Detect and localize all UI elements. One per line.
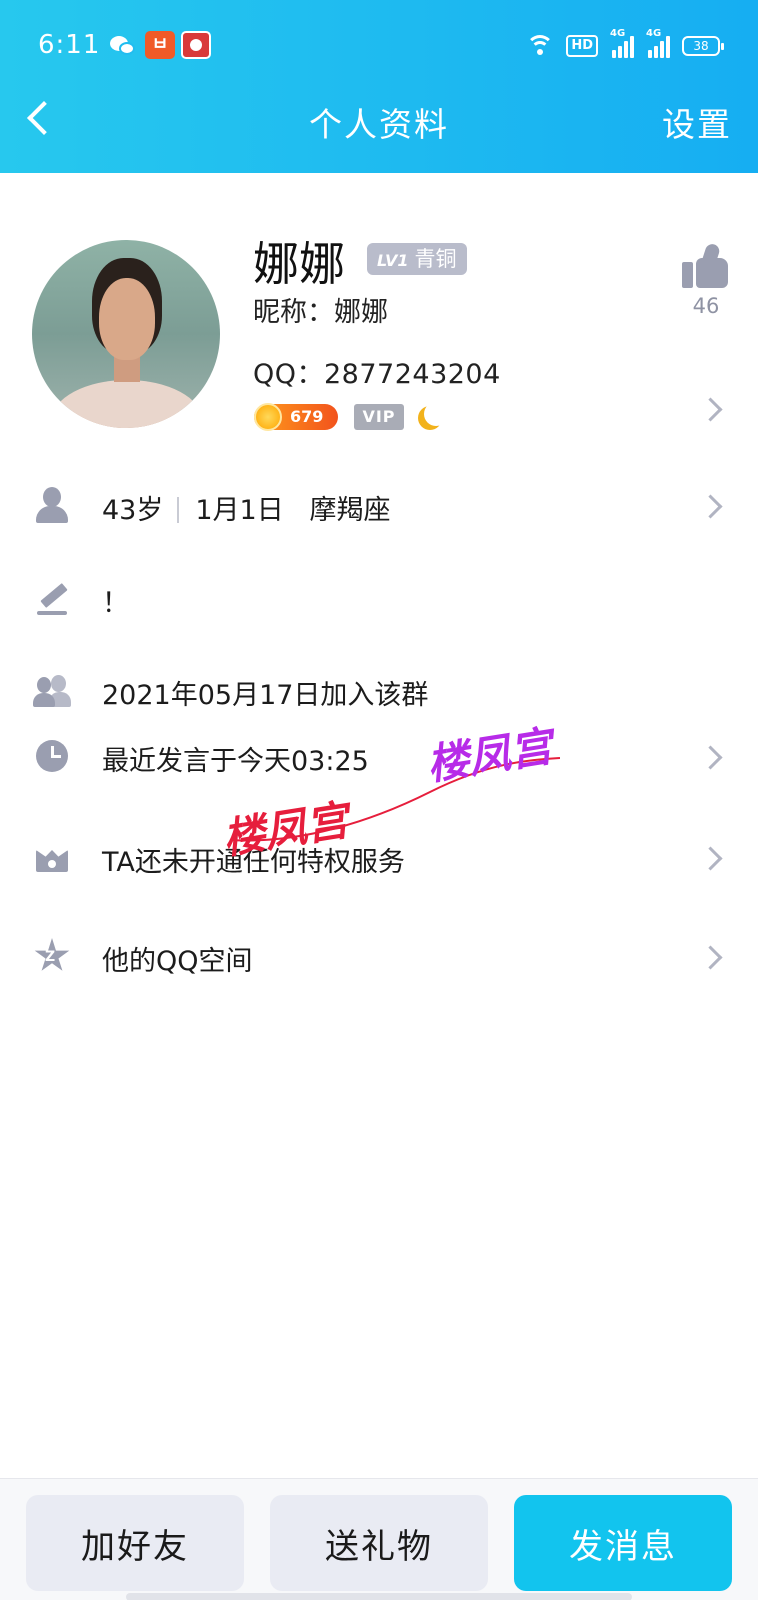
qzone-star-icon: Z bbox=[33, 937, 71, 975]
chevron-right-icon[interactable] bbox=[700, 396, 724, 420]
page-title: 个人资料 bbox=[309, 105, 449, 144]
info-row-qzone[interactable]: Z 他的QQ空间 bbox=[0, 925, 758, 985]
action-bar: 加好友 送礼物 发消息 bbox=[0, 1478, 758, 1600]
signal-label: 4G bbox=[646, 28, 662, 39]
header-bar: 6:11 ㅂ HD 4G 4G 38 个人资料 设置 bbox=[0, 0, 758, 173]
chevron-right-icon[interactable] bbox=[700, 845, 724, 869]
status-indicators: HD 4G 4G 38 bbox=[526, 28, 724, 59]
send-gift-button[interactable]: 送礼物 bbox=[270, 1495, 488, 1591]
info-row-basic[interactable]: 43岁 1月1日 摩羯座 bbox=[0, 474, 758, 534]
divider bbox=[177, 496, 180, 523]
level-prefix: LV1 bbox=[377, 251, 409, 270]
moon-icon bbox=[424, 402, 448, 426]
thumbs-up-icon[interactable] bbox=[682, 242, 728, 288]
status-bar: 6:11 ㅂ HD 4G 4G 38 bbox=[0, 0, 758, 90]
signal-label: 4G bbox=[610, 28, 626, 39]
vip-badge: VIP bbox=[354, 404, 404, 430]
birthday: 1月1日 bbox=[195, 495, 284, 526]
coin-badge: 679 bbox=[254, 403, 338, 431]
display-name: 娜娜 bbox=[253, 237, 345, 291]
info-row-joined: 2021年05月17日加入该群 bbox=[0, 659, 758, 719]
clock-icon bbox=[33, 737, 71, 775]
age: 43岁 bbox=[102, 495, 164, 526]
signal-4g-icon: 4G bbox=[646, 28, 670, 58]
group-icon bbox=[33, 671, 71, 709]
app-icon bbox=[181, 31, 211, 59]
chevron-right-icon[interactable] bbox=[700, 944, 724, 968]
signal-4g-icon: 4G bbox=[610, 28, 634, 58]
hd-icon: HD bbox=[566, 35, 598, 57]
joined-text: 2021年05月17日加入该群 bbox=[102, 680, 429, 711]
home-indicator[interactable] bbox=[126, 1593, 632, 1600]
wifi-icon bbox=[526, 35, 555, 57]
settings-button[interactable]: 设置 bbox=[662, 98, 732, 146]
like-count: 46 bbox=[692, 294, 720, 318]
coin-icon bbox=[254, 403, 282, 431]
wechat-icon bbox=[108, 31, 138, 59]
send-message-button[interactable]: 发消息 bbox=[514, 1495, 732, 1591]
status-time: 6:11 bbox=[38, 30, 101, 60]
pencil-icon bbox=[33, 579, 71, 617]
person-icon bbox=[33, 486, 71, 524]
chevron-right-icon[interactable] bbox=[700, 744, 724, 768]
add-friend-button[interactable]: 加好友 bbox=[26, 1495, 244, 1591]
zodiac: 摩羯座 bbox=[309, 495, 391, 526]
avatar[interactable] bbox=[32, 240, 220, 428]
signature-text: ！ bbox=[102, 588, 129, 619]
crown-icon bbox=[33, 838, 71, 876]
level-label: 青铜 bbox=[414, 247, 457, 271]
app-icon: ㅂ bbox=[145, 31, 175, 59]
chevron-right-icon[interactable] bbox=[700, 493, 724, 517]
nickname: 昵称：娜娜 bbox=[253, 297, 388, 328]
qq-number: QQ：2877243204 bbox=[253, 359, 501, 390]
info-row-signature: ！ bbox=[0, 567, 758, 627]
level-badge: LV1 青铜 bbox=[367, 243, 467, 275]
battery-icon: 38 bbox=[682, 36, 724, 56]
basic-info-text: 43岁 1月1日 摩羯座 bbox=[102, 488, 390, 527]
qzone-text: 他的QQ空间 bbox=[102, 946, 253, 977]
coin-count: 679 bbox=[290, 407, 324, 426]
